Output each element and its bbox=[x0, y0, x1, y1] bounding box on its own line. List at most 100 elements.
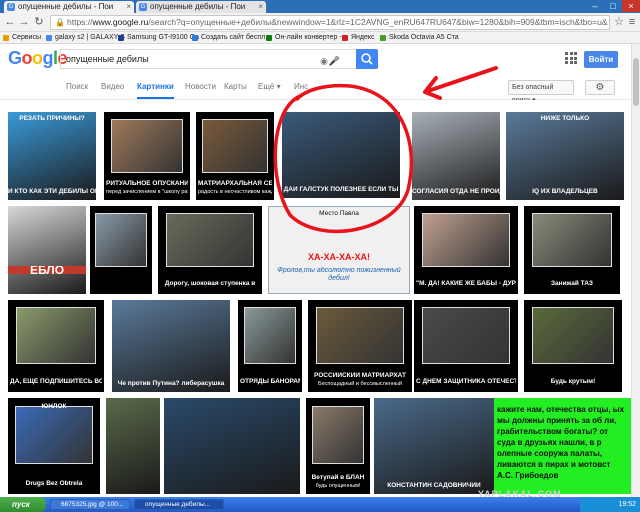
image-result[interactable] bbox=[164, 398, 300, 494]
image-photo bbox=[15, 405, 93, 465]
image-result[interactable]: РОССИЙСКИЙ МАТРИАРХАТ Беспощадный и бессм… bbox=[308, 300, 412, 392]
image-subcaption: радость в несчастливом каждой доме bbox=[198, 189, 272, 195]
taskbar-item-image-viewer[interactable]: 6875325.jpg @ 100... bbox=[50, 499, 130, 510]
search-type-menu: Поиск Видео Картинки Новости Карты Ещё ▾… bbox=[0, 76, 640, 104]
menu-icon[interactable]: ≡ bbox=[625, 16, 639, 29]
image-photo bbox=[316, 307, 404, 364]
image-caption: ХА-ХА-ХА-ХА! bbox=[308, 253, 370, 261]
image-result[interactable]: Че против Путина? либерасушка bbox=[112, 300, 230, 392]
bookmark-galaxy[interactable]: galaxy s2 | GALAXY S bbox=[46, 32, 125, 44]
image-result[interactable] bbox=[90, 206, 152, 294]
bookmark-icon bbox=[192, 35, 198, 41]
search-button[interactable] bbox=[356, 49, 378, 69]
search-input[interactable]: опущенные дебилы ◉ 🎤 bbox=[60, 49, 356, 69]
google-apps-icon[interactable] bbox=[565, 52, 577, 64]
tab-more[interactable]: Ещё ▾ bbox=[258, 76, 281, 99]
image-caption: кажите нам, отечества отцы, ых мы должны… bbox=[497, 405, 625, 480]
image-result[interactable]: Ветупай в БЛАН будь опущенным! bbox=[306, 398, 370, 494]
page-scrollbar[interactable] bbox=[631, 44, 640, 497]
image-result[interactable]: ДАЙ ГАЛСТУК ПОЛЕЗНЕЕ ЕСЛИ ТЫ bbox=[282, 112, 400, 198]
image-photo bbox=[243, 307, 297, 364]
image-caption: СОГЛАСИЯ ОТДА НЕ ПРОЙДЁТСЯ! bbox=[412, 188, 500, 195]
image-caption: IQ ИХ ВЛАДЕЛЬЦЕВ bbox=[532, 188, 598, 195]
image-subcaption: Беспощадный и бессмысленный bbox=[318, 381, 402, 387]
google-logo[interactable]: Google bbox=[8, 48, 68, 69]
image-result[interactable]: МАТРИАРХАЛЬНАЯ СЕМЬЯ - радость в несчастл… bbox=[196, 112, 274, 200]
browser-tab-2[interactable]: G опущенные дебилы - Пои × bbox=[136, 1, 266, 13]
image-caption: МАТРИАРХАЛЬНАЯ СЕМЬЯ - bbox=[198, 180, 272, 187]
image-result[interactable]: "М. ДА! КАКИЕ ЖЕ БАБЫ - ДУРЫ!" bbox=[414, 206, 518, 294]
browser-tab-1[interactable]: G опущенные дебилы - Пои × bbox=[4, 1, 134, 13]
close-tab-icon[interactable]: × bbox=[258, 1, 263, 13]
image-result[interactable] bbox=[106, 398, 160, 494]
camera-icon[interactable]: ◉ bbox=[320, 52, 328, 70]
image-result[interactable]: РИТУАЛЬНОЕ ОПУСКАНИЕ перед зачислением в … bbox=[104, 112, 190, 200]
settings-gear-icon[interactable]: ⚙ bbox=[585, 80, 615, 95]
image-caption: "М. ДА! КАКИЕ ЖЕ БАБЫ - ДУРЫ!" bbox=[416, 280, 516, 287]
image-result[interactable]: С ДНЕМ ЗАЩИТНИКА ОТЕЧЕСТВА! bbox=[414, 300, 518, 392]
image-result[interactable]: Место Павла ХА-ХА-ХА-ХА! Фролов,ты абсолют… bbox=[268, 206, 410, 294]
bookmark-icon bbox=[46, 35, 52, 41]
logo-letter: o bbox=[32, 48, 43, 68]
sign-in-button[interactable]: Войти bbox=[584, 51, 618, 68]
image-result[interactable]: Дорогу, шоковая ступенка в bbox=[158, 206, 262, 294]
start-button[interactable]: пуск bbox=[0, 497, 46, 512]
bookmark-samsung[interactable]: Samsung GT-I9100 Ga bbox=[118, 32, 199, 44]
clock: 19:52 bbox=[618, 501, 636, 508]
image-result[interactable]: ДА, ЕЩЁ ПОДПИШИТЕСЬ ВОТ ТУТ: bbox=[8, 300, 104, 392]
bookmark-skoda[interactable]: Skoda Octavia A5 Ста bbox=[380, 32, 459, 44]
image-result[interactable]: кажите нам, отечества отцы, ых мы должны… bbox=[494, 398, 631, 494]
address-bar[interactable]: 🔒 https://www.google.ru/search?q=опущенн… bbox=[50, 15, 610, 30]
image-result[interactable]: Занижай ТАЗ bbox=[524, 206, 620, 294]
image-caption: С ДНЕМ ЗАЩИТНИКА ОТЕЧЕСТВА! bbox=[416, 378, 516, 385]
skoda-icon bbox=[380, 35, 386, 41]
tab-images[interactable]: Картинки bbox=[137, 76, 174, 99]
system-tray: 19:52 bbox=[580, 497, 640, 512]
bookmark-create-site[interactable]: Создать сайт беспл bbox=[192, 32, 265, 44]
bookmark-yandex[interactable]: Яндекс bbox=[342, 32, 375, 44]
forward-arrow-icon[interactable]: → bbox=[17, 16, 31, 29]
bookmark-apps[interactable]: Сервисы bbox=[3, 32, 41, 44]
maximize-icon[interactable]: □ bbox=[604, 0, 622, 12]
image-results-grid: РЕЗАТЬ ПРИЧИНЫ? И КТО КАК ЭТИ ДЕБИЛЫ ОПУЩ… bbox=[0, 100, 631, 497]
image-result[interactable]: Будь крутым! bbox=[524, 300, 622, 392]
image-caption: Дорогу, шоковая ступенка в bbox=[164, 280, 256, 287]
samsung-icon bbox=[118, 35, 124, 41]
image-result[interactable]: СОГЛАСИЯ ОТДА НЕ ПРОЙДЁТСЯ! bbox=[412, 112, 500, 200]
safesearch-dropdown[interactable]: Без опасный поиск ▾ bbox=[508, 80, 574, 104]
taskbar-item-chrome[interactable]: опущенные дебилы... bbox=[134, 499, 224, 510]
image-result[interactable]: НИЖЕ ТОЛЬКО IQ ИХ ВЛАДЕЛЬЦЕВ bbox=[506, 112, 624, 200]
image-caption: РОССИЙСКИЙ МАТРИАРХАТ bbox=[313, 372, 407, 379]
close-tab-icon[interactable]: × bbox=[126, 1, 131, 13]
reload-icon[interactable]: ↻ bbox=[32, 16, 46, 29]
tab-tools[interactable]: Инс bbox=[294, 76, 308, 99]
image-caption: ДА, ЕЩЁ ПОДПИШИТЕСЬ ВОТ ТУТ: bbox=[10, 378, 102, 385]
image-result[interactable]: ЮНЛОК Drugs Bez Obtrela bbox=[8, 398, 100, 494]
image-caption: ОТРЯДЫ БАНОРАМ bbox=[240, 378, 300, 385]
minimize-icon[interactable]: – bbox=[586, 0, 604, 12]
google-favicon-icon: G bbox=[7, 3, 15, 11]
back-arrow-icon[interactable]: ← bbox=[3, 16, 17, 29]
image-photo bbox=[166, 213, 254, 267]
tab-search[interactable]: Поиск bbox=[66, 76, 88, 99]
bookmark-converter[interactable]: Он-лайн конвертер - bbox=[266, 32, 342, 44]
image-caption: ЕБЛО bbox=[8, 266, 86, 274]
microphone-icon[interactable]: 🎤 bbox=[329, 52, 340, 70]
image-caption: Ветупай в БЛАН bbox=[311, 474, 365, 481]
close-window-icon[interactable]: × bbox=[622, 0, 640, 12]
tab-news[interactable]: Новости bbox=[185, 76, 216, 99]
image-photo bbox=[95, 213, 147, 267]
image-result[interactable]: ЕБЛО bbox=[8, 206, 86, 294]
bookmarks-bar: Сервисы galaxy s2 | GALAXY S Samsung GT-… bbox=[0, 32, 640, 44]
scrollbar-thumb[interactable] bbox=[633, 58, 639, 106]
apps-grid-icon bbox=[3, 35, 9, 41]
image-result[interactable]: КОНСТАНТИН САДОВНИЧИЙ bbox=[374, 398, 494, 494]
search-icon bbox=[361, 53, 373, 65]
tab-video[interactable]: Видео bbox=[101, 76, 124, 99]
bookmark-star-icon[interactable]: ☆ bbox=[612, 16, 626, 29]
image-subcaption: перед зачислением в "школу рабочих" bbox=[106, 189, 188, 195]
image-photo bbox=[531, 307, 615, 364]
image-result[interactable]: РЕЗАТЬ ПРИЧИНЫ? И КТО КАК ЭТИ ДЕБИЛЫ ОПУЩ… bbox=[8, 112, 96, 200]
image-result[interactable]: ОТРЯДЫ БАНОРАМ bbox=[238, 300, 302, 392]
tab-maps[interactable]: Карты bbox=[224, 76, 247, 99]
